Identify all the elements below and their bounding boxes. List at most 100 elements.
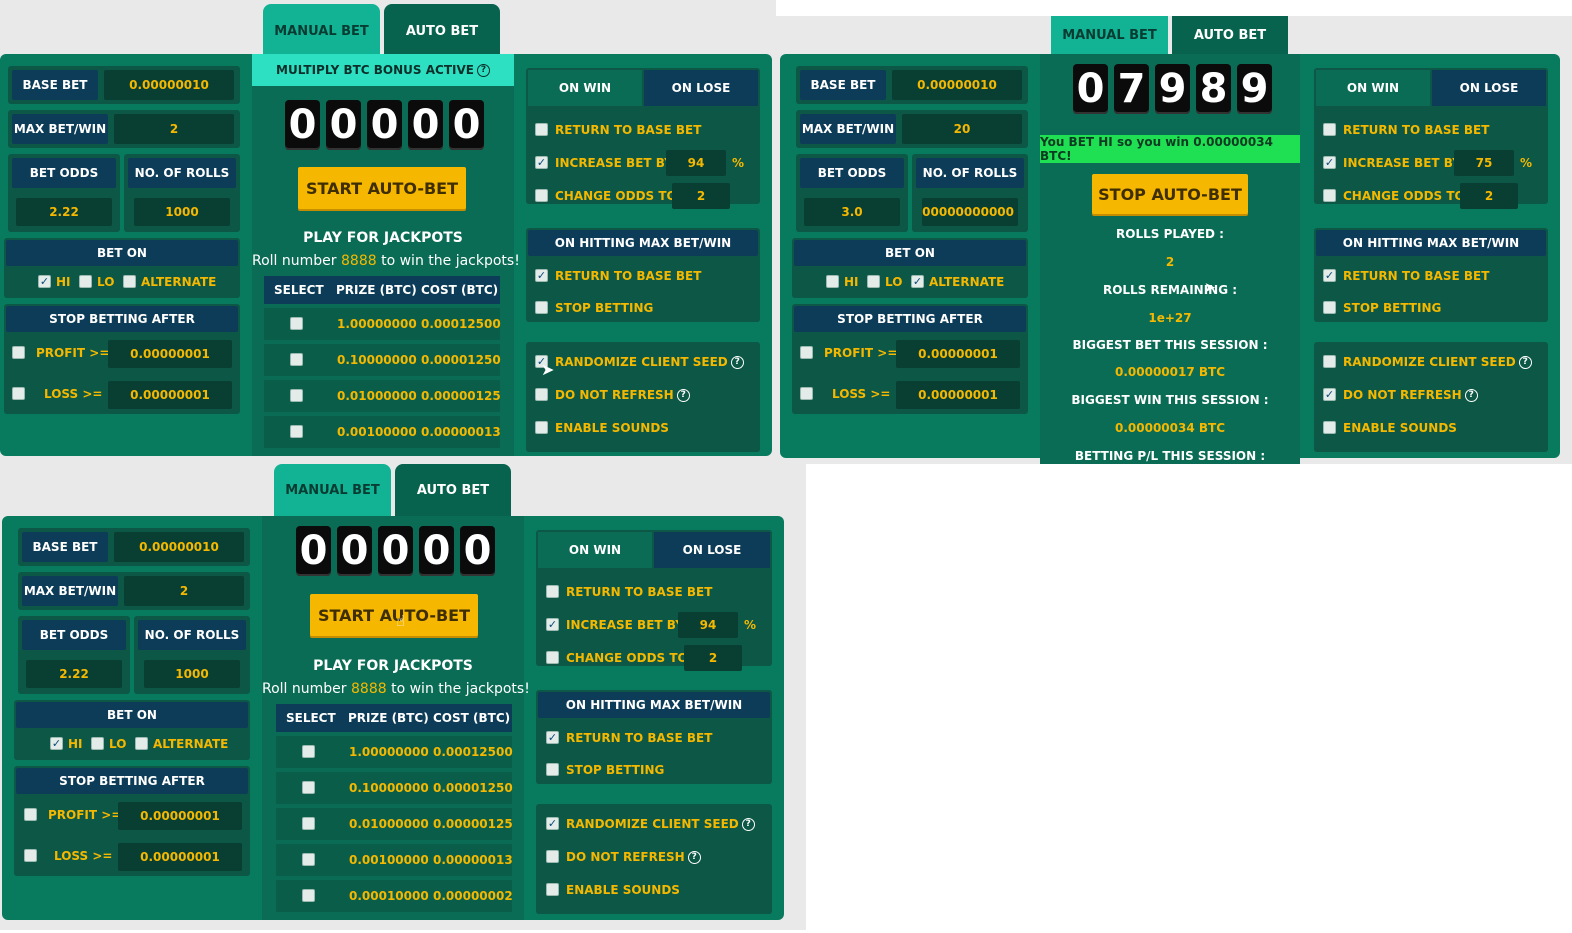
jackpot-checkbox[interactable] <box>302 853 315 866</box>
table-row: 1.00000000 0.00012500 <box>264 308 501 340</box>
panel1-tab-manual-bet[interactable]: MANUAL BET <box>263 4 380 58</box>
loss-input[interactable]: 0.00000001 <box>108 381 232 409</box>
profit-input[interactable]: 0.00000001 <box>896 340 1020 368</box>
change-odds-checkbox[interactable] <box>1323 189 1336 202</box>
sounds-checkbox[interactable] <box>535 421 548 434</box>
rolls-input[interactable]: 1000 <box>144 660 240 688</box>
rolls-input[interactable]: !00000000000 <box>922 198 1018 226</box>
stop-betting-checkbox[interactable] <box>546 763 559 776</box>
profit-checkbox[interactable] <box>12 346 25 359</box>
jackpot-checkbox[interactable] <box>302 745 315 758</box>
hi-checkbox[interactable]: ✓ <box>38 275 51 288</box>
base-bet-input[interactable]: 0.00000010 <box>104 70 234 100</box>
help-icon[interactable]: ? <box>687 851 701 864</box>
base-bet-input[interactable]: 0.00000010 <box>892 70 1022 100</box>
randomize-label: RANDOMIZE CLIENT SEED? <box>1343 355 1532 369</box>
profit-input[interactable]: 0.00000001 <box>118 802 242 830</box>
loss-input[interactable]: 0.00000001 <box>896 381 1020 409</box>
increase-bet-input[interactable]: 75 <box>1454 150 1514 176</box>
return-base-checkbox[interactable] <box>1323 123 1336 136</box>
panel3-tab-manual-bet[interactable]: MANUAL BET <box>274 464 391 516</box>
change-odds-checkbox[interactable] <box>535 189 548 202</box>
max-return-checkbox[interactable]: ✓ <box>546 731 559 744</box>
increase-bet-checkbox[interactable]: ✓ <box>546 618 559 631</box>
jackpot-checkbox[interactable] <box>302 889 315 902</box>
roll-digit: 0 <box>408 100 443 150</box>
start-autobet-button[interactable]: START AUTO-BET <box>298 167 466 209</box>
randomize-label: RANDOMIZE CLIENT SEED? <box>555 355 744 369</box>
loss-checkbox[interactable] <box>12 387 25 400</box>
hi-checkbox[interactable] <box>826 275 839 288</box>
help-icon[interactable]: ? <box>730 356 744 369</box>
profit-checkbox[interactable] <box>24 808 37 821</box>
lo-checkbox[interactable] <box>91 737 104 750</box>
no-refresh-checkbox[interactable] <box>535 388 548 401</box>
panel1-tab-auto-bet[interactable]: AUTO BET <box>384 4 500 58</box>
base-bet-input[interactable]: 0.00000010 <box>114 532 244 562</box>
panel2-tab-auto-bet[interactable]: AUTO BET <box>1172 16 1288 54</box>
panel2-tab-manual-bet[interactable]: MANUAL BET <box>1051 16 1168 54</box>
alternate-checkbox[interactable]: ✓ <box>911 275 924 288</box>
help-icon[interactable]: ? <box>741 818 755 831</box>
bonus-help-icon[interactable]: ? <box>476 63 490 77</box>
roll-digit: 0 <box>378 526 413 576</box>
prize-cell: 0.10000000 <box>349 781 429 795</box>
tab-on-win[interactable]: ON WIN <box>528 70 642 106</box>
alternate-checkbox[interactable] <box>123 275 136 288</box>
alternate-checkbox[interactable] <box>135 737 148 750</box>
help-icon[interactable]: ? <box>1464 389 1478 402</box>
change-odds-input[interactable]: 2 <box>1460 183 1518 209</box>
loss-checkbox[interactable] <box>24 849 37 862</box>
hi-checkbox[interactable]: ✓ <box>50 737 63 750</box>
jackpot-checkbox[interactable] <box>302 817 315 830</box>
max-return-checkbox[interactable]: ✓ <box>535 269 548 282</box>
randomize-checkbox[interactable] <box>1323 355 1336 368</box>
rolls-input[interactable]: 1000 <box>134 198 230 226</box>
max-bet-input[interactable]: 20 <box>902 114 1022 144</box>
bet-odds-input[interactable]: 2.22 <box>16 198 112 226</box>
help-icon[interactable]: ? <box>676 389 690 402</box>
max-return-checkbox[interactable]: ✓ <box>1323 269 1336 282</box>
no-refresh-checkbox[interactable]: ✓ <box>1323 388 1336 401</box>
increase-bet-checkbox[interactable]: ✓ <box>535 156 548 169</box>
bet-odds-input[interactable]: 3.0 <box>804 198 900 226</box>
tab-on-lose[interactable]: ON LOSE <box>644 70 758 106</box>
change-odds-input[interactable]: 2 <box>684 645 742 671</box>
max-bet-input[interactable]: 2 <box>124 576 244 606</box>
change-odds-checkbox[interactable] <box>546 651 559 664</box>
randomize-checkbox[interactable]: ✓ <box>546 817 559 830</box>
max-bet-input[interactable]: 2 <box>114 114 234 144</box>
increase-bet-input[interactable]: 94 <box>666 150 726 176</box>
jackpot-checkbox[interactable] <box>290 317 303 330</box>
no-refresh-checkbox[interactable] <box>546 850 559 863</box>
lo-checkbox[interactable] <box>79 275 92 288</box>
sounds-checkbox[interactable] <box>546 883 559 896</box>
jackpot-checkbox[interactable] <box>302 781 315 794</box>
jackpot-checkbox[interactable] <box>290 389 303 402</box>
increase-bet-checkbox[interactable]: ✓ <box>1323 156 1336 169</box>
stop-betting-checkbox[interactable] <box>535 301 548 314</box>
increase-bet-input[interactable]: 94 <box>678 612 738 638</box>
loss-input[interactable]: 0.00000001 <box>118 843 242 871</box>
stop-autobet-button[interactable]: STOP AUTO-BET <box>1092 174 1248 214</box>
stop-betting-checkbox[interactable] <box>1323 301 1336 314</box>
sounds-checkbox[interactable] <box>1323 421 1336 434</box>
tab-on-win[interactable]: ON WIN <box>538 532 652 568</box>
tab-on-win[interactable]: ON WIN <box>1316 70 1430 106</box>
jackpot-checkbox[interactable] <box>290 425 303 438</box>
help-icon[interactable]: ? <box>1518 356 1532 369</box>
return-base-checkbox[interactable] <box>546 585 559 598</box>
loss-checkbox[interactable] <box>800 387 813 400</box>
lo-checkbox[interactable] <box>867 275 880 288</box>
jackpot-checkbox[interactable] <box>290 353 303 366</box>
start-autobet-button[interactable]: START AUTO-BET <box>310 594 478 636</box>
tab-on-lose[interactable]: ON LOSE <box>654 532 770 568</box>
profit-input[interactable]: 0.00000001 <box>108 340 232 368</box>
panel3-tab-auto-bet[interactable]: AUTO BET <box>395 464 511 516</box>
biggest-win-value: 0.00000034 BTC <box>1114 421 1226 435</box>
profit-checkbox[interactable] <box>800 346 813 359</box>
tab-on-lose[interactable]: ON LOSE <box>1432 70 1546 106</box>
change-odds-input[interactable]: 2 <box>672 183 730 209</box>
bet-odds-input[interactable]: 2.22 <box>26 660 122 688</box>
return-base-checkbox[interactable] <box>535 123 548 136</box>
